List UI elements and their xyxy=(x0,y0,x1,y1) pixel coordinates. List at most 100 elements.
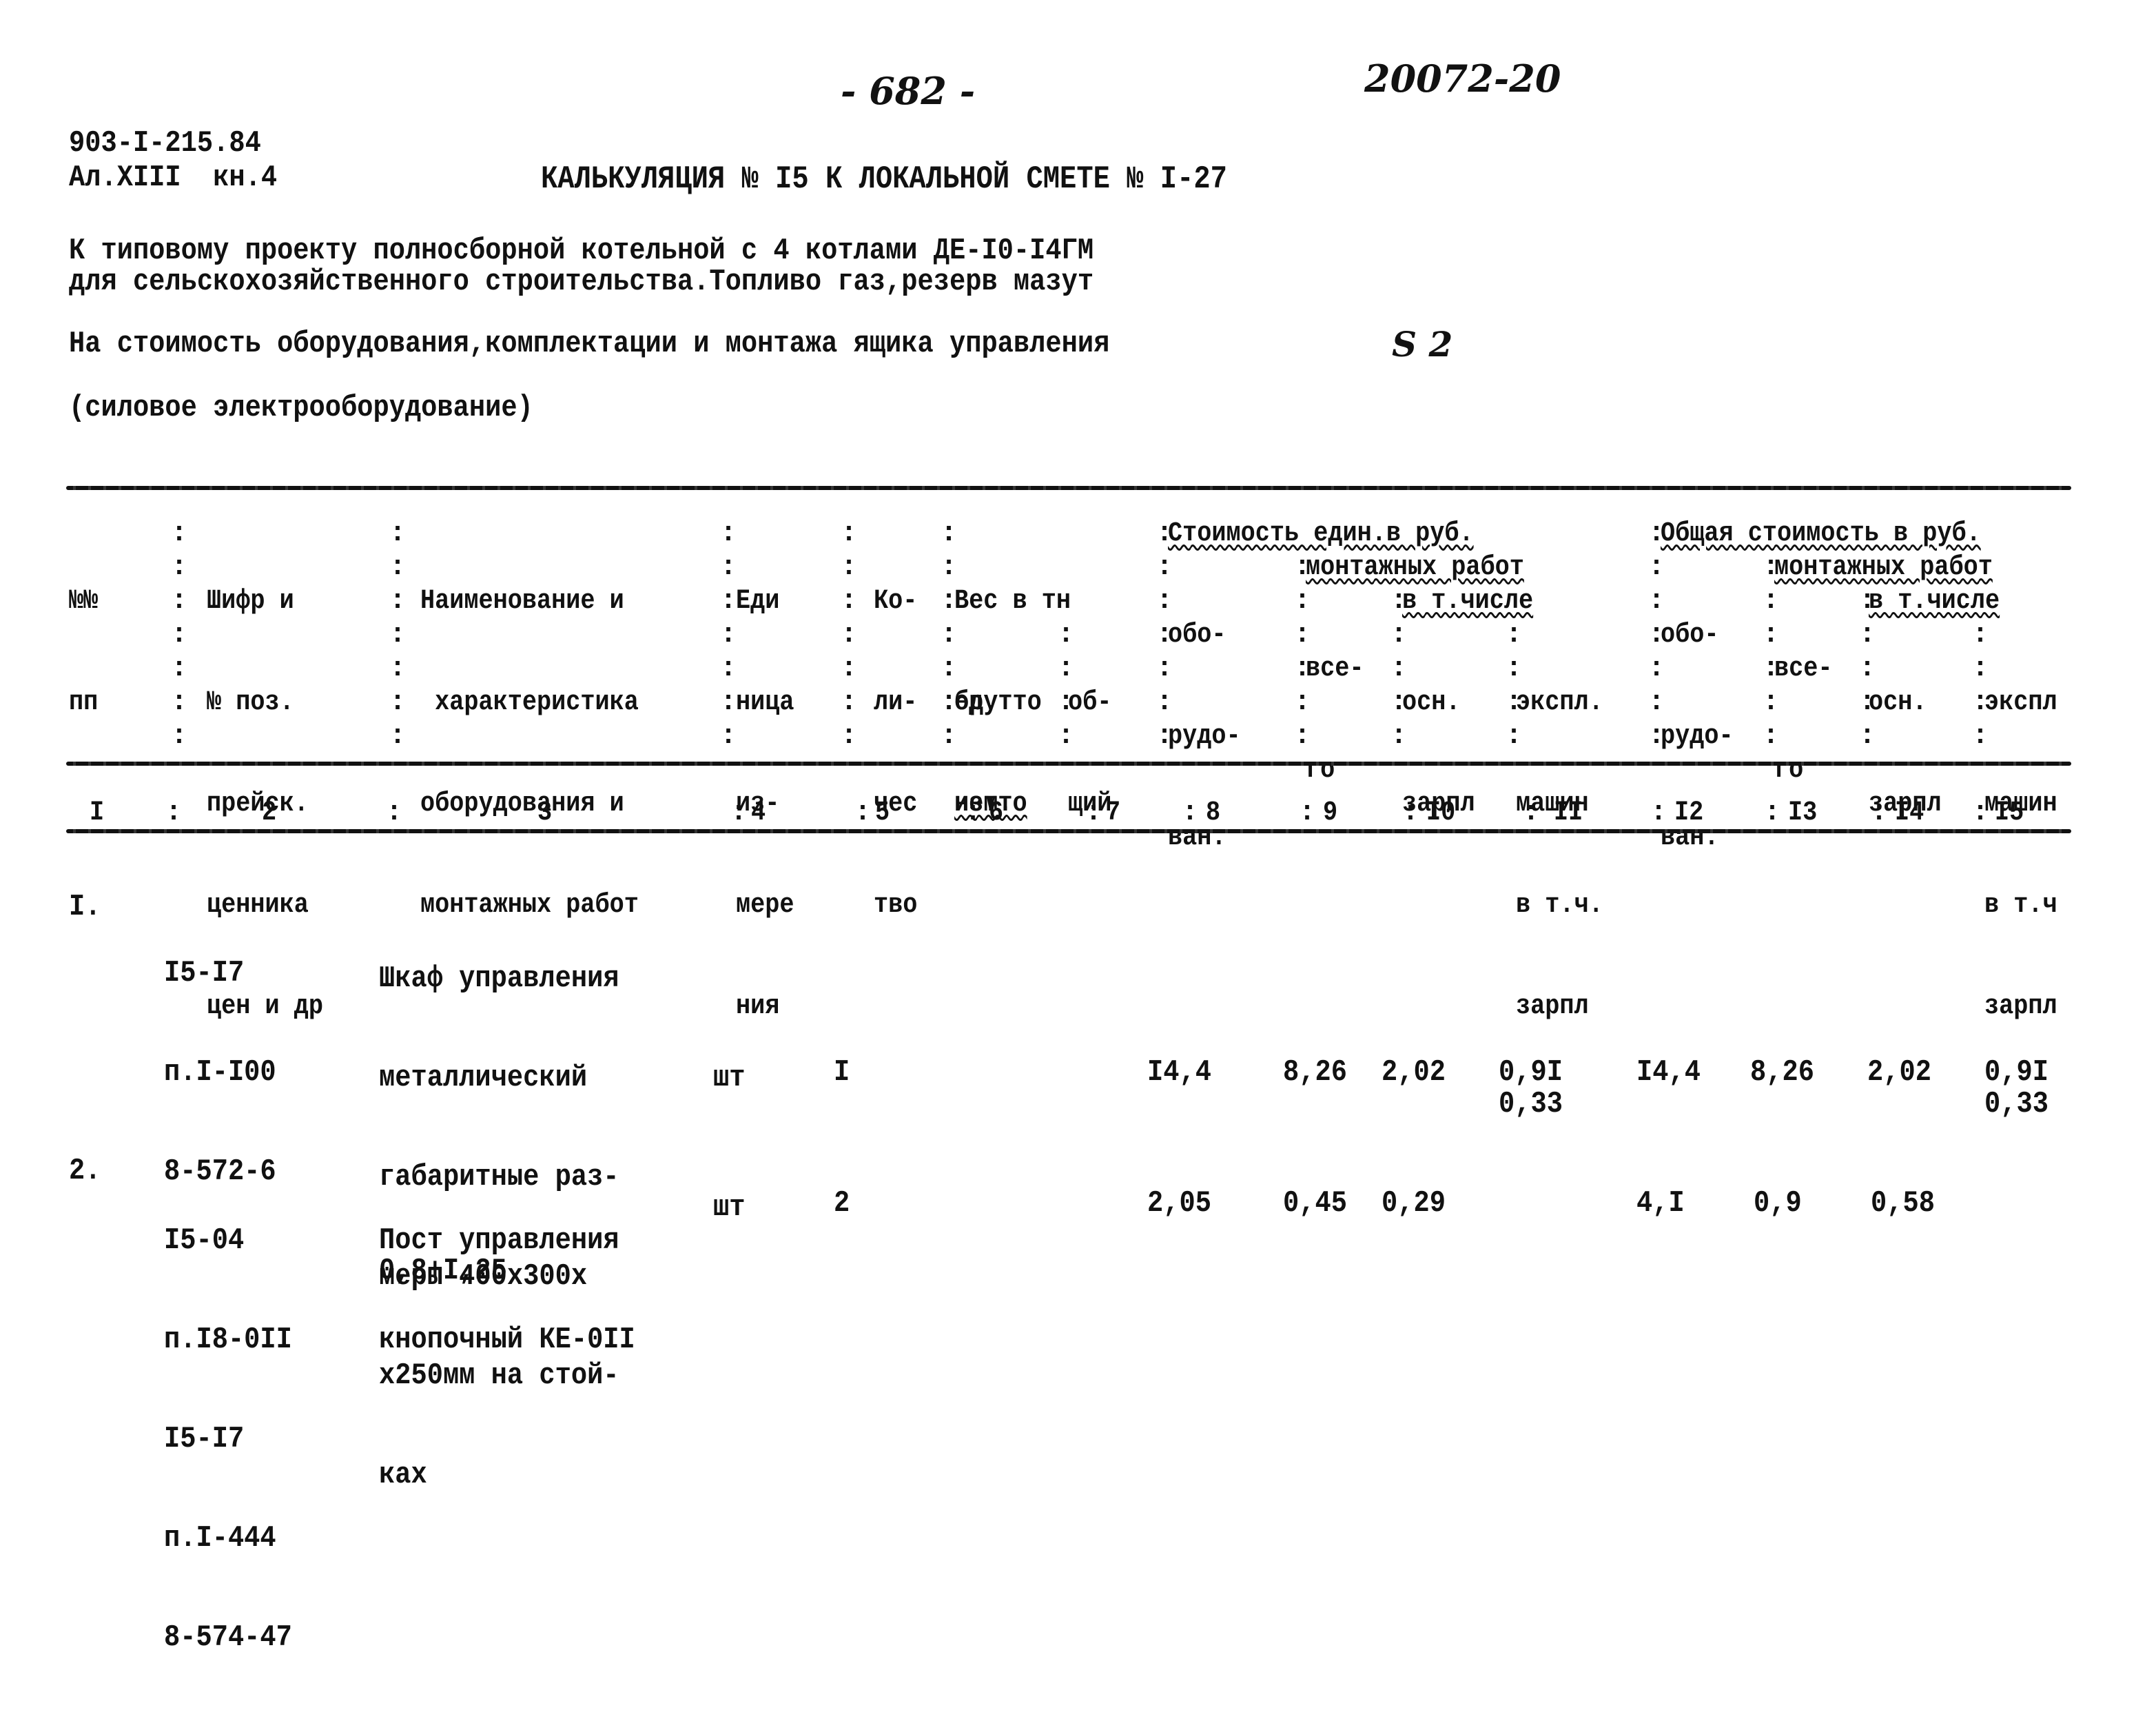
row-name-note: 0,8+I,25 xyxy=(379,1254,507,1288)
column-separator: : xyxy=(1972,653,1989,684)
header-text: го xyxy=(1774,755,1804,786)
total-machines: 0,9I xyxy=(1984,1055,2049,1090)
column-separator: : xyxy=(720,586,737,617)
header-col6: ед. изм. xyxy=(954,618,1012,888)
header-col15: экспл машин в т.ч зарпл xyxy=(1984,618,2057,1091)
header-unit-incl-group: в т.числе xyxy=(1402,586,1534,617)
name-line: кнопочный КЕ-0II xyxy=(379,1323,635,1357)
subtitle-line4: (силовое электрооборудование) xyxy=(69,391,533,425)
header-text: рудо- xyxy=(1661,721,1734,752)
column-separator: : xyxy=(1390,620,1408,651)
header-bottom-rule xyxy=(66,762,2071,766)
stamp-code: 20072-20 xyxy=(1364,57,1561,101)
header-text: №№ xyxy=(69,586,99,617)
column-separator: : xyxy=(941,687,958,718)
header-text: № поз. xyxy=(207,687,294,718)
column-separator: : xyxy=(1648,687,1665,718)
header-text: все- xyxy=(1774,653,1833,684)
column-separator: : xyxy=(1294,687,1311,718)
row-qty: I xyxy=(834,1055,850,1090)
column-number: I xyxy=(90,797,105,828)
row-number: 2. xyxy=(69,1154,101,1188)
column-separator: : xyxy=(1294,620,1311,651)
column-separator: : xyxy=(386,797,403,828)
column-separator: : xyxy=(1650,797,1667,828)
page-number: - 682 - xyxy=(841,69,976,113)
column-separator: : xyxy=(165,797,183,828)
column-separator: : xyxy=(1506,620,1523,651)
column-separator: : xyxy=(1058,687,1075,718)
column-separator: : xyxy=(1648,518,1665,549)
column-number: 3 xyxy=(537,797,553,828)
header-text: характеристика xyxy=(420,687,639,718)
column-separator: : xyxy=(730,797,748,828)
header-text: го xyxy=(1306,755,1335,786)
column-number: 8 xyxy=(1206,797,1221,828)
total-equipment-cost: 4,I xyxy=(1636,1186,1685,1221)
column-separator: : xyxy=(1648,620,1665,651)
column-number: I2 xyxy=(1674,797,1704,828)
row-qty: 2 xyxy=(834,1186,850,1221)
column-separator: : xyxy=(1058,721,1075,752)
unit-base-salary: 2,02 xyxy=(1382,1055,1446,1090)
unit-machines-salary: 0,33 xyxy=(1499,1087,1563,1121)
column-separator: : xyxy=(171,518,188,549)
column-separator: : xyxy=(389,620,407,651)
header-total-mount-group: монтажных работ xyxy=(1774,552,1993,583)
header-text: ли- xyxy=(874,687,918,718)
column-separator: : xyxy=(941,552,958,583)
column-separator: : xyxy=(1972,620,1989,651)
header-text: Ко- xyxy=(874,586,918,617)
column-separator: : xyxy=(1058,653,1075,684)
column-separator: : xyxy=(1294,721,1311,752)
doc-ref-line2: Ал.XIII кн.4 xyxy=(69,161,278,195)
header-col12: обо- рудо- ван. xyxy=(1661,551,1734,922)
header-text: ница xyxy=(736,687,794,718)
header-text: обо- xyxy=(1168,620,1226,651)
column-separator: : xyxy=(720,552,737,583)
column-separator: : xyxy=(1763,552,1780,583)
header-total-incl-group: в т.числе xyxy=(1869,586,2000,617)
column-separator: : xyxy=(1156,552,1173,583)
header-text: экспл. xyxy=(1516,687,1603,718)
header-text: осн. xyxy=(1869,687,1927,718)
column-separator: : xyxy=(841,721,858,752)
header-text: мере xyxy=(736,890,794,921)
header-text: зарпл xyxy=(1516,991,1589,1022)
header-text: ван. xyxy=(1168,822,1226,853)
column-separator: : xyxy=(1294,653,1311,684)
column-separator: : xyxy=(1859,620,1876,651)
column-separator: : xyxy=(1156,687,1173,718)
column-separator: : xyxy=(841,586,858,617)
column-separator: : xyxy=(1390,653,1408,684)
column-separator: : xyxy=(1085,797,1102,828)
column-number: 9 xyxy=(1323,797,1338,828)
column-separator: : xyxy=(1506,721,1523,752)
column-separator: : xyxy=(720,653,737,684)
header-text: Еди xyxy=(736,586,780,617)
header-text: обо- xyxy=(1661,620,1719,651)
column-separator: : xyxy=(171,586,188,617)
column-separator: : xyxy=(389,552,407,583)
column-number: I3 xyxy=(1788,797,1818,828)
unit-machines: 0,9I xyxy=(1499,1055,1563,1090)
row-name: Пост управления кнопочный КЕ-0II xyxy=(379,1158,635,1423)
column-separator: : xyxy=(841,653,858,684)
header-text: ед. xyxy=(954,687,998,718)
header-text: Вес в тн xyxy=(954,586,1071,617)
column-separator: : xyxy=(1156,518,1173,549)
column-separator: : xyxy=(841,687,858,718)
header-text: осн. xyxy=(1402,687,1461,718)
total-machines-salary: 0,33 xyxy=(1984,1087,2049,1121)
header-text: Шифр и xyxy=(207,586,294,617)
column-separator: : xyxy=(1299,797,1316,828)
total-mount-total: 8,26 xyxy=(1750,1055,1814,1090)
code-line: п.I-444 xyxy=(164,1521,276,1556)
column-separator: : xyxy=(171,552,188,583)
header-total-cost-group: Общая стоимость в руб. xyxy=(1661,518,1981,549)
name-line: Шкаф управления xyxy=(379,961,619,996)
column-number: I4 xyxy=(1895,797,1924,828)
row-unit: шт xyxy=(713,1190,746,1225)
header-text: тво xyxy=(874,890,918,921)
total-base-salary: 2,02 xyxy=(1867,1055,1931,1090)
